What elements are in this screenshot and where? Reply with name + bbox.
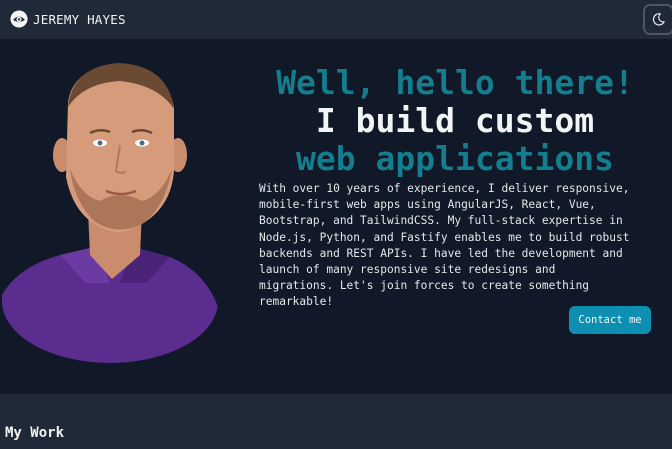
hero-section: Well, hello there! I build custom web ap… xyxy=(0,39,672,394)
brand-name: JEREMY HAYES xyxy=(33,11,126,27)
headline-line-1: Well, hello there! xyxy=(276,63,634,102)
theme-toggle-button[interactable] xyxy=(643,4,672,35)
my-work-heading: My Work xyxy=(5,425,65,441)
my-work-section: My Work xyxy=(0,394,672,449)
headline-line-3: web applications xyxy=(296,139,614,178)
eye-logo-icon xyxy=(10,10,28,28)
contact-me-button[interactable]: Contact me xyxy=(569,306,651,334)
hero-headline: Well, hello there! I build custom web ap… xyxy=(240,64,670,178)
headline-line-2: I build custom xyxy=(315,101,595,140)
brand-link[interactable]: JEREMY HAYES xyxy=(10,9,126,29)
profile-photo xyxy=(2,63,218,363)
top-navbar: JEREMY HAYES xyxy=(0,0,672,39)
intro-paragraph: With over 10 years of experience, I deli… xyxy=(259,182,630,309)
moon-icon xyxy=(652,13,665,26)
